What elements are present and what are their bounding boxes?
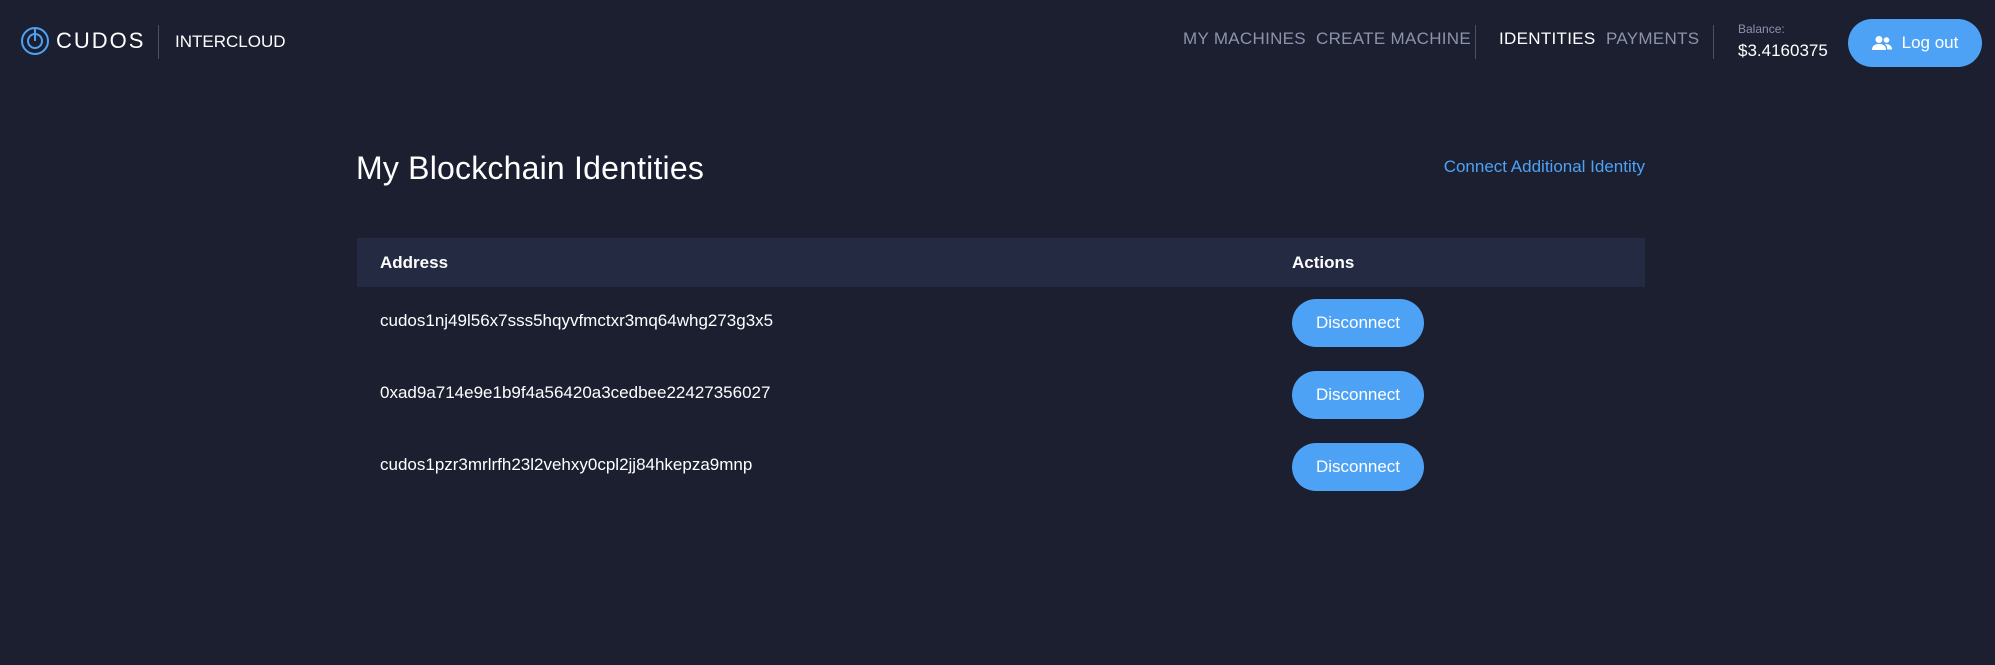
- nav-my-machines[interactable]: MY MACHINES: [1183, 29, 1306, 49]
- users-icon: [1871, 36, 1892, 50]
- disconnect-button[interactable]: Disconnect: [1292, 299, 1424, 347]
- logo-divider: [158, 25, 159, 59]
- cudos-logo-icon: [21, 27, 49, 55]
- identity-address: 0xad9a714e9e1b9f4a56420a3cedbee224273560…: [380, 383, 771, 402]
- disconnect-button[interactable]: Disconnect: [1292, 371, 1424, 419]
- disconnect-button[interactable]: Disconnect: [1292, 443, 1424, 491]
- identity-address: cudos1pzr3mrlrfh23l2vehxy0cpl2jj84hkepza…: [380, 455, 753, 474]
- nav-identities[interactable]: IDENTITIES: [1499, 29, 1596, 49]
- column-header-actions: Actions: [1292, 253, 1355, 272]
- brand-logo[interactable]: CUDOS: [20, 26, 145, 56]
- logout-label: Log out: [1901, 33, 1959, 52]
- identities-table: Address Actions cudos1nj49l56x7sss5hqyvf…: [357, 238, 1645, 503]
- table-row: cudos1pzr3mrlrfh23l2vehxy0cpl2jj84hkepza…: [357, 431, 1645, 503]
- column-header-address: Address: [380, 253, 449, 272]
- nav-payments[interactable]: PAYMENTS: [1606, 29, 1699, 49]
- connect-additional-identity-link[interactable]: Connect Additional Identity: [1444, 157, 1645, 177]
- table-row: 0xad9a714e9e1b9f4a56420a3cedbee224273560…: [357, 359, 1645, 431]
- identity-address: cudos1nj49l56x7sss5hqyvfmctxr3mq64whg273…: [380, 311, 774, 330]
- top-bar: CUDOS INTERCLOUD MY MACHINES CREATE MACH…: [0, 0, 1995, 86]
- table-header: Address Actions: [357, 238, 1645, 287]
- table-row: cudos1nj49l56x7sss5hqyvfmctxr3mq64whg273…: [357, 287, 1645, 359]
- balance-value: $3.4160375: [1738, 41, 1828, 60]
- nav-create-machine[interactable]: CREATE MACHINE: [1316, 29, 1471, 49]
- nav-divider: [1475, 25, 1476, 59]
- nav-divider: [1713, 25, 1714, 59]
- product-name: INTERCLOUD: [175, 32, 286, 51]
- page-title: My Blockchain Identities: [356, 150, 705, 186]
- balance-label: Balance:: [1738, 22, 1785, 36]
- logo-text: CUDOS: [56, 28, 146, 53]
- logout-button[interactable]: Log out: [1848, 19, 1982, 67]
